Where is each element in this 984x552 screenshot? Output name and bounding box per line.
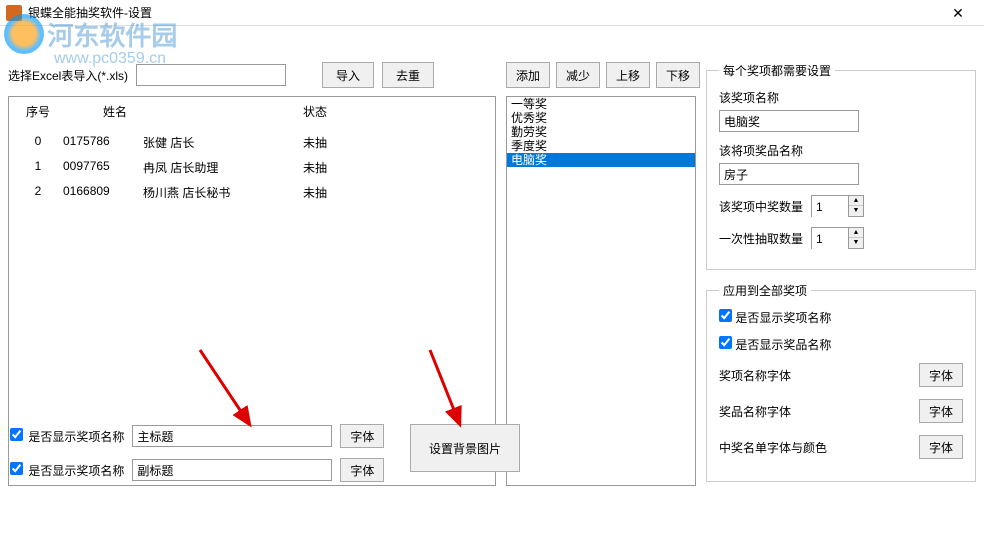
- product-font-label: 奖品名称字体: [719, 403, 791, 420]
- spinner-down-icon[interactable]: ▼: [849, 206, 863, 216]
- cb-show-product-name[interactable]: [719, 336, 732, 349]
- spinner-down-icon[interactable]: ▼: [849, 238, 863, 248]
- once-count-input[interactable]: [812, 228, 848, 250]
- cb-subtitle[interactable]: [10, 462, 23, 475]
- cb-show-prize-name[interactable]: [719, 309, 732, 322]
- table-row[interactable]: 20166809杨川燕 店长秘书未抽: [13, 180, 491, 205]
- all-prize-legend: 应用到全部奖项: [719, 282, 811, 299]
- product-name-label: 该将项奖品名称: [719, 142, 963, 159]
- prize-list-item[interactable]: 优秀奖: [507, 111, 695, 125]
- prize-list-item[interactable]: 季度奖: [507, 139, 695, 153]
- import-button[interactable]: 导入: [322, 62, 374, 88]
- prize-name-input[interactable]: [719, 110, 859, 132]
- col-status: 状态: [303, 103, 363, 120]
- win-count-spinner[interactable]: ▲ ▼: [811, 195, 864, 217]
- prize-font-button[interactable]: 字体: [919, 363, 963, 387]
- move-up-button[interactable]: 上移: [606, 62, 650, 88]
- once-count-label: 一次性抽取数量: [719, 230, 803, 247]
- app-icon: [6, 5, 22, 21]
- window-title: 银蝶全能抽奖软件-设置: [28, 4, 938, 21]
- table-row[interactable]: 00175786张健 店长未抽: [13, 130, 491, 155]
- close-button[interactable]: ✕: [938, 1, 978, 25]
- cb-title[interactable]: [10, 428, 23, 441]
- prize-list-item[interactable]: 勤劳奖: [507, 125, 695, 139]
- winner-font-label: 中奖名单字体与颜色: [719, 439, 827, 456]
- subtitle-font-button[interactable]: 字体: [340, 458, 384, 482]
- prize-list[interactable]: 一等奖优秀奖勤劳奖季度奖电脑奖: [506, 96, 696, 486]
- show-prize-name-checkbox[interactable]: 是否显示奖项名称: [719, 311, 831, 325]
- product-font-button[interactable]: 字体: [919, 399, 963, 423]
- show-subtitle-checkbox[interactable]: 是否显示奖项名称: [10, 462, 124, 479]
- spinner-up-icon[interactable]: ▲: [849, 228, 863, 238]
- excel-path-input[interactable]: [136, 64, 286, 86]
- spinner-up-icon[interactable]: ▲: [849, 196, 863, 206]
- once-count-spinner[interactable]: ▲ ▼: [811, 227, 864, 249]
- winner-font-button[interactable]: 字体: [919, 435, 963, 459]
- prize-list-item[interactable]: 一等奖: [507, 97, 695, 111]
- show-title-checkbox[interactable]: 是否显示奖项名称: [10, 428, 124, 445]
- title-font-button[interactable]: 字体: [340, 424, 384, 448]
- per-prize-legend: 每个奖项都需要设置: [719, 62, 835, 79]
- per-prize-settings-group: 每个奖项都需要设置 该奖项名称 该将项奖品名称 该奖项中奖数量 ▲ ▼: [706, 62, 976, 270]
- prize-name-label: 该奖项名称: [719, 89, 963, 106]
- title-input[interactable]: [132, 425, 332, 447]
- remove-button[interactable]: 减少: [556, 62, 600, 88]
- titlebar: 银蝶全能抽奖软件-设置 ✕: [0, 0, 984, 26]
- set-background-button[interactable]: 设置背景图片: [410, 424, 520, 472]
- excel-label: 选择Excel表导入(*.xls): [8, 67, 128, 84]
- prize-list-item[interactable]: 电脑奖: [507, 153, 695, 167]
- table-row[interactable]: 10097765冉凤 店长助理未抽: [13, 155, 491, 180]
- product-name-input[interactable]: [719, 163, 859, 185]
- dedup-button[interactable]: 去重: [382, 62, 434, 88]
- subtitle-input[interactable]: [132, 459, 332, 481]
- table-header: 序号 姓名 状态: [13, 101, 491, 122]
- win-count-input[interactable]: [812, 196, 848, 218]
- all-prize-settings-group: 应用到全部奖项 是否显示奖项名称 是否显示奖品名称 奖项名称字体 字体 奖品名称…: [706, 282, 976, 482]
- col-name: 姓名: [103, 103, 263, 120]
- col-no: 序号: [13, 103, 63, 120]
- add-button[interactable]: 添加: [506, 62, 550, 88]
- show-product-name-checkbox[interactable]: 是否显示奖品名称: [719, 338, 831, 352]
- move-down-button[interactable]: 下移: [656, 62, 700, 88]
- prize-font-label: 奖项名称字体: [719, 367, 791, 384]
- win-count-label: 该奖项中奖数量: [719, 198, 803, 215]
